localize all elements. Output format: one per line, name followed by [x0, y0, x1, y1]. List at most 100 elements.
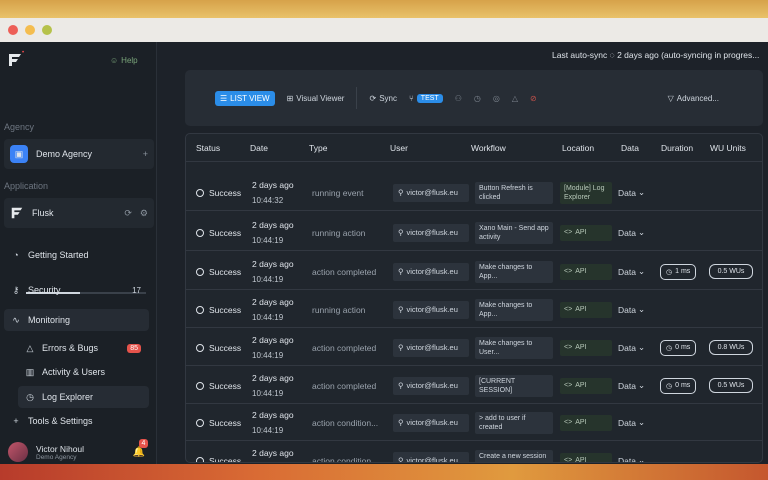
timer-icon: ◷: [666, 382, 673, 390]
nav-tools-settings[interactable]: + Tools & Settings: [4, 410, 149, 432]
data-cell[interactable]: Data ⌄: [618, 291, 645, 328]
workflow-chip[interactable]: Make changes to App...: [475, 260, 553, 283]
avatar: [8, 442, 28, 462]
location-chip[interactable]: <> API: [560, 224, 612, 241]
user-chip[interactable]: ⚲ victor@flusk.eu: [393, 183, 469, 202]
date-cell: 2 days ago 10:44:19: [252, 253, 294, 290]
filter-time-icon[interactable]: ◷: [474, 94, 481, 103]
table-row[interactable]: Success 2 days ago 10:44:19 running action ⚲…: [186, 291, 762, 328]
time-text: 10:44:19: [252, 388, 284, 398]
table-row[interactable]: Success 2 days ago 10:44:19 action conditio…: [186, 404, 762, 441]
bell-icon[interactable]: 🔔 4: [133, 438, 149, 458]
flusk-logo-icon[interactable]: [7, 52, 23, 68]
table-row[interactable]: Success 2 days ago 10:44:19 action complete…: [186, 329, 762, 366]
nav-errors-bugs[interactable]: △ Errors & Bugs 85: [18, 337, 149, 359]
data-link[interactable]: Data: [618, 188, 636, 198]
clock-icon: ◷: [26, 391, 34, 402]
table-row[interactable]: Success 2 days ago 10:44:19 running action ⚲…: [186, 214, 762, 251]
user-chip[interactable]: ⚲ victor@flusk.eu: [393, 262, 469, 281]
workflow-chip[interactable]: > add to user if created: [475, 411, 553, 434]
table-row[interactable]: Success 2 days ago 10:44:19 action conditio…: [186, 442, 762, 463]
date-text: 2 days ago: [252, 296, 294, 307]
table-row[interactable]: Success 2 days ago 10:44:19 action complete…: [186, 253, 762, 290]
workflow-chip[interactable]: Create a new session if the deleted or e…: [475, 449, 553, 462]
column-header-date[interactable]: Date: [250, 143, 268, 153]
column-header-user[interactable]: User: [390, 143, 408, 153]
maximize-window-button[interactable]: [42, 25, 52, 35]
refresh-icon[interactable]: ⟳: [124, 208, 132, 219]
data-link[interactable]: Data: [618, 228, 636, 238]
gear-icon[interactable]: ⚙: [140, 208, 148, 219]
location-chip[interactable]: <> API: [560, 452, 612, 463]
user-chip[interactable]: ⚲ victor@flusk.eu: [393, 413, 469, 432]
location-chip[interactable]: <> API: [560, 301, 612, 318]
table-row[interactable]: Success 2 days ago 10:44:32 running event ⚲ v…: [186, 174, 762, 211]
workflow-chip[interactable]: [CURRENT SESSION]: [475, 374, 553, 397]
user-chip[interactable]: ⚲ victor@flusk.eu: [393, 376, 469, 395]
column-header-location[interactable]: Location: [562, 143, 594, 153]
minimize-window-button[interactable]: [25, 25, 35, 35]
type-cell: running action: [312, 304, 366, 315]
status-cell: Success: [196, 174, 241, 211]
location-chip[interactable]: <> API: [560, 263, 612, 280]
workflow-chip[interactable]: Make changes to User...: [475, 336, 553, 359]
filter-target-icon[interactable]: ◎: [493, 94, 500, 103]
workflow-chip[interactable]: Button Refresh is clicked: [475, 181, 553, 204]
location-chip[interactable]: <> API: [560, 414, 612, 431]
user-chip[interactable]: ⚲ victor@flusk.eu: [393, 338, 469, 357]
table-row[interactable]: Success 2 days ago 10:44:19 action complete…: [186, 367, 762, 404]
data-link[interactable]: Data: [618, 305, 636, 315]
list-view-button[interactable]: ☰ LIST VIEW: [215, 90, 275, 106]
app-selector[interactable]: Flusk ⟳ ⚙: [4, 198, 154, 228]
column-header-duration[interactable]: Duration: [661, 143, 693, 153]
user-profile[interactable]: Victor Nihoul Demo Agency 🔔 4: [8, 438, 153, 464]
location-chip[interactable]: [Module] Log Explorer: [560, 181, 612, 204]
data-cell[interactable]: Data ⌄: [618, 253, 645, 290]
location-chip[interactable]: <> API: [560, 377, 612, 394]
column-header-data[interactable]: Data: [621, 143, 639, 153]
data-link[interactable]: Data: [618, 418, 636, 428]
user-chip[interactable]: ⚲ victor@flusk.eu: [393, 451, 469, 462]
user-chip[interactable]: ⚲ victor@flusk.eu: [393, 223, 469, 242]
date-text: 2 days ago: [252, 372, 294, 383]
user-org: Demo Agency: [36, 453, 77, 461]
data-cell[interactable]: Data ⌄: [618, 404, 645, 441]
nav-getting-started[interactable]: ◔ Getting Started: [4, 244, 149, 266]
data-cell[interactable]: Data ⌄: [618, 214, 645, 251]
visual-viewer-button[interactable]: ⊞ Visual Viewer: [287, 94, 345, 103]
nav-security[interactable]: ⚷ Security 17: [4, 279, 149, 301]
nav-monitoring[interactable]: ∿ Monitoring: [4, 309, 149, 331]
location-cell: <> API: [560, 253, 612, 290]
sync-spinner-icon: ◌: [609, 50, 615, 60]
plus-icon[interactable]: +: [143, 149, 148, 159]
chevron-down-icon: ⌄: [637, 187, 646, 197]
location-chip[interactable]: <> API: [560, 339, 612, 356]
data-cell[interactable]: Data ⌄: [618, 442, 645, 463]
help-link[interactable]: ☺ Help: [110, 56, 138, 65]
workflow-chip[interactable]: Make changes to App...: [475, 298, 553, 321]
agency-selector[interactable]: ▣ Demo Agency +: [4, 139, 154, 169]
data-link[interactable]: Data: [618, 456, 636, 463]
column-header-workflow[interactable]: Workflow: [471, 143, 506, 153]
code-icon: <>: [564, 457, 573, 463]
data-cell[interactable]: Data ⌄: [618, 174, 645, 211]
data-link[interactable]: Data: [618, 343, 636, 353]
data-cell[interactable]: Data ⌄: [618, 329, 645, 366]
filter-user-icon[interactable]: ⚇: [455, 94, 462, 103]
nav-log-explorer[interactable]: ◷ Log Explorer: [18, 386, 149, 408]
test-environment-toggle[interactable]: ⑂ TEST: [409, 93, 443, 103]
user-chip[interactable]: ⚲ victor@flusk.eu: [393, 300, 469, 319]
column-header-status[interactable]: Status: [196, 143, 220, 153]
column-header-wu-units[interactable]: WU Units: [710, 143, 746, 153]
filter-error-icon[interactable]: ⊘: [530, 94, 537, 103]
nav-activity-users[interactable]: ▥ Activity & Users: [18, 361, 149, 383]
advanced-filter-button[interactable]: ▽ Advanced...: [668, 94, 719, 103]
data-link[interactable]: Data: [618, 267, 636, 277]
column-header-type[interactable]: Type: [309, 143, 327, 153]
data-link[interactable]: Data: [618, 381, 636, 391]
data-cell[interactable]: Data ⌄: [618, 367, 645, 404]
sync-button[interactable]: ⟳ Sync: [369, 94, 397, 103]
filter-warning-icon[interactable]: △: [512, 94, 518, 103]
workflow-chip[interactable]: Xano Main - Send app activity: [475, 221, 553, 244]
close-window-button[interactable]: [8, 25, 18, 35]
